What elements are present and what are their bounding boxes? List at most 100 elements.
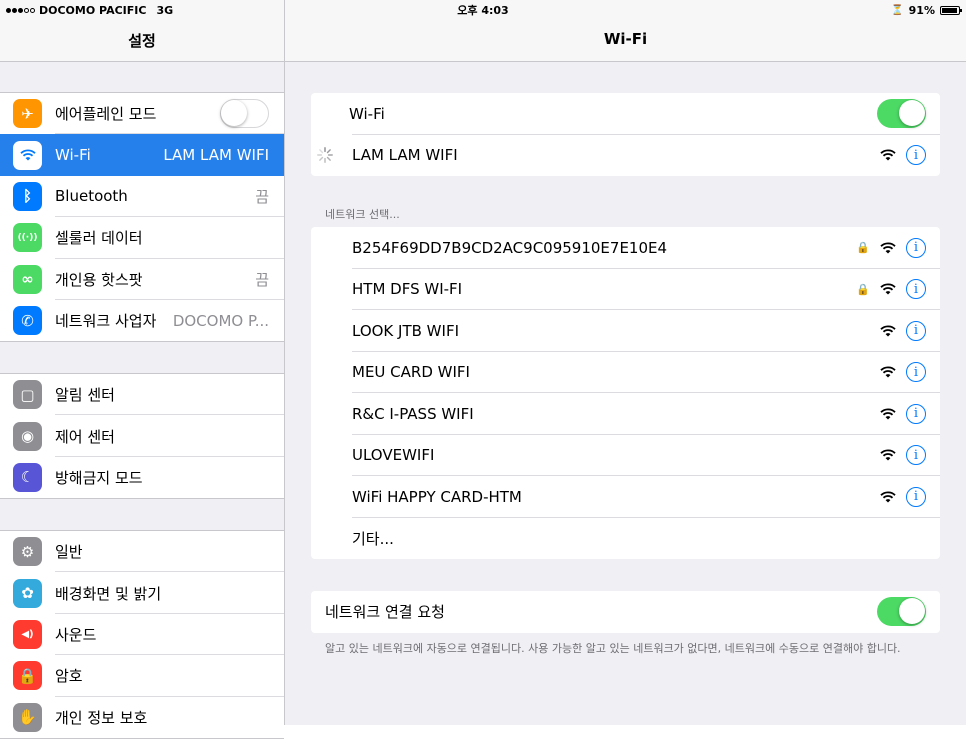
status-bar: DOCOMO PACIFIC 3G 오후 4:03 ⏳ 91%	[0, 0, 966, 20]
info-icon[interactable]: i	[906, 279, 926, 300]
wifi-card: Wi-Fi LAM LAM WIFI i	[311, 93, 940, 176]
settings-sidebar: 설정 ✈ 에어플레인 모드 Wi-Fi LAM LAM WIFI ᛒ Bluetooth 끔…	[0, 0, 285, 739]
sidebar-item-value: LAM LAM WIFI	[163, 146, 269, 165]
hotspot-link-icon: ∞	[13, 264, 42, 294]
sidebar-item-notification-center[interactable]: ▢ 알림 센터	[0, 374, 284, 416]
network-name: HTM DFS WI-FI	[352, 280, 463, 299]
sidebar-item-label: Bluetooth	[55, 187, 128, 206]
info-icon[interactable]: i	[906, 486, 926, 507]
control-center-icon: ◉	[13, 421, 42, 451]
sidebar-group-connectivity: ✈ 에어플레인 모드 Wi-Fi LAM LAM WIFI ᛒ Bluetooth 끔 ((·…	[0, 92, 284, 343]
sidebar-item-hand[interactable]: ✋ 개인 정보 보호	[0, 696, 284, 738]
sidebar-item-hotspot-link[interactable]: ∞ 개인용 핫스팟 끔	[0, 258, 284, 300]
network-row[interactable]: B254F69DD7B9CD2AC9C095910E7E10E4 🔒 i	[311, 227, 940, 269]
sidebar-item-lock[interactable]: 🔒 암호	[0, 655, 284, 697]
sidebar-item-wifi[interactable]: Wi-Fi LAM LAM WIFI	[0, 134, 284, 176]
lock-icon: 🔒	[856, 282, 870, 296]
network-name: MEU CARD WIFI	[352, 363, 470, 382]
choose-network-header: 네트워크 선택...	[325, 208, 400, 221]
sidebar-item-label: 배경화면 및 밝기	[55, 584, 162, 603]
wifi-signal-icon	[880, 491, 896, 503]
ask-to-join-row: 네트워크 연결 요청	[311, 591, 940, 633]
wifi-signal-icon	[880, 325, 896, 337]
sidebar-group-notifications: ▢ 알림 센터 ◉ 제어 센터 ☾ 방해금지 모드	[0, 373, 284, 500]
wallpaper-flower-icon: ✿	[13, 578, 42, 608]
sidebar-item-label: 개인용 핫스팟	[55, 270, 143, 289]
sidebar-item-bluetooth[interactable]: ᛒ Bluetooth 끔	[0, 175, 284, 218]
sidebar-item-label: 네트워크 사업자	[55, 312, 157, 331]
network-row[interactable]: R&C I-PASS WIFI i	[311, 393, 940, 435]
sidebar-item-value: 끔	[255, 270, 269, 289]
network-name: 기타...	[352, 529, 394, 548]
sidebar-item-moon[interactable]: ☾ 방해금지 모드	[0, 456, 284, 499]
sidebar-group-system: ⚙ 일반 ✿ 배경화면 및 밝기 ◀) 사운드 🔒 암호 ✋ 개인 정보 보호	[0, 530, 284, 739]
sidebar-item-airplane[interactable]: ✈ 에어플레인 모드	[0, 93, 284, 135]
signal-strength-icon	[6, 7, 35, 13]
airplane-mode-toggle[interactable]	[220, 99, 269, 129]
gear-icon: ⚙	[13, 537, 42, 567]
sidebar-item-label: 일반	[55, 543, 83, 562]
info-icon[interactable]: i	[906, 362, 926, 383]
networks-list: B254F69DD7B9CD2AC9C095910E7E10E4 🔒 i HTM DF…	[311, 227, 940, 559]
cellular-antenna-icon: ((·))	[13, 223, 42, 253]
speaker-icon: ◀)	[13, 619, 42, 649]
sidebar-item-label: 알림 센터	[55, 386, 115, 405]
wifi-toggle-row: Wi-Fi	[311, 93, 940, 135]
page-title: Wi-Fi	[603, 30, 648, 48]
hand-icon: ✋	[13, 702, 42, 732]
phone-icon: ✆	[13, 306, 42, 336]
sidebar-item-label: 사운드	[55, 625, 97, 644]
battery-percent: 91%	[908, 3, 935, 17]
network-name: R&C I-PASS WIFI	[352, 404, 474, 423]
sidebar-title: 설정	[128, 32, 156, 50]
lock-icon: 🔒	[856, 241, 870, 255]
network-row[interactable]: WiFi HAPPY CARD-HTM i	[311, 476, 940, 518]
carrier-name: DOCOMO PACIFIC	[39, 3, 147, 17]
wifi-signal-icon	[880, 408, 896, 420]
moon-icon: ☾	[13, 462, 42, 492]
network-row[interactable]: HTM DFS WI-FI 🔒 i	[311, 269, 940, 310]
connected-network-row[interactable]: LAM LAM WIFI i	[311, 135, 940, 177]
notification-center-icon: ▢	[13, 380, 42, 410]
bluetooth-icon: ᛒ	[13, 181, 42, 211]
network-row[interactable]: LOOK JTB WIFI i	[311, 310, 940, 352]
battery-icon	[940, 5, 962, 15]
other-network-row[interactable]: 기타...	[311, 518, 940, 560]
info-icon[interactable]: i	[906, 445, 926, 466]
sidebar-item-label: 방해금지 모드	[55, 468, 143, 487]
connected-network-name: LAM LAM WIFI	[352, 146, 458, 165]
sidebar-item-phone[interactable]: ✆ 네트워크 사업자 DOCOMO P...	[0, 299, 284, 342]
sidebar-item-label: 암호	[55, 667, 83, 686]
network-row[interactable]: MEU CARD WIFI i	[311, 352, 940, 393]
network-name: LOOK JTB WIFI	[352, 321, 459, 340]
sidebar-item-label: Wi-Fi	[55, 146, 91, 165]
sidebar-item-label: 에어플레인 모드	[55, 105, 157, 124]
rotation-lock-icon: ⏳	[891, 4, 904, 16]
wifi-signal-icon	[880, 149, 896, 161]
sidebar-item-cellular-antenna[interactable]: ((·)) 셀룰러 데이터	[0, 217, 284, 259]
sidebar-item-value: 끔	[255, 187, 269, 206]
network-name: ULOVEWIFI	[352, 446, 435, 465]
sidebar-item-label: 제어 센터	[55, 427, 115, 446]
airplane-icon: ✈	[13, 99, 42, 129]
ask-to-join-toggle[interactable]	[877, 597, 926, 627]
sidebar-item-control-center[interactable]: ◉ 제어 센터	[0, 415, 284, 457]
info-icon[interactable]: i	[906, 403, 926, 424]
wifi-label: Wi-Fi	[349, 104, 385, 123]
info-icon[interactable]: i	[906, 237, 926, 258]
network-row[interactable]: ULOVEWIFI i	[311, 435, 940, 476]
sidebar-item-gear[interactable]: ⚙ 일반	[0, 531, 284, 573]
network-type: 3G	[156, 3, 174, 17]
wifi-signal-icon	[880, 366, 896, 378]
wifi-signal-icon	[880, 242, 896, 254]
wifi-signal-icon	[880, 449, 896, 461]
sidebar-item-wallpaper-flower[interactable]: ✿ 배경화면 및 밝기	[0, 572, 284, 614]
status-time: 오후 4:03	[457, 4, 509, 17]
sidebar-item-value: DOCOMO P...	[172, 311, 269, 330]
network-name: WiFi HAPPY CARD-HTM	[352, 487, 522, 506]
info-icon[interactable]: i	[906, 320, 926, 341]
info-icon[interactable]: i	[906, 145, 926, 166]
sidebar-item-speaker[interactable]: ◀) 사운드	[0, 613, 284, 656]
wifi-toggle[interactable]	[877, 99, 926, 129]
wifi-detail-pane: Wi-Fi Wi-Fi LAM LAM WIFI i 네트워크 선택... B2…	[285, 0, 966, 725]
